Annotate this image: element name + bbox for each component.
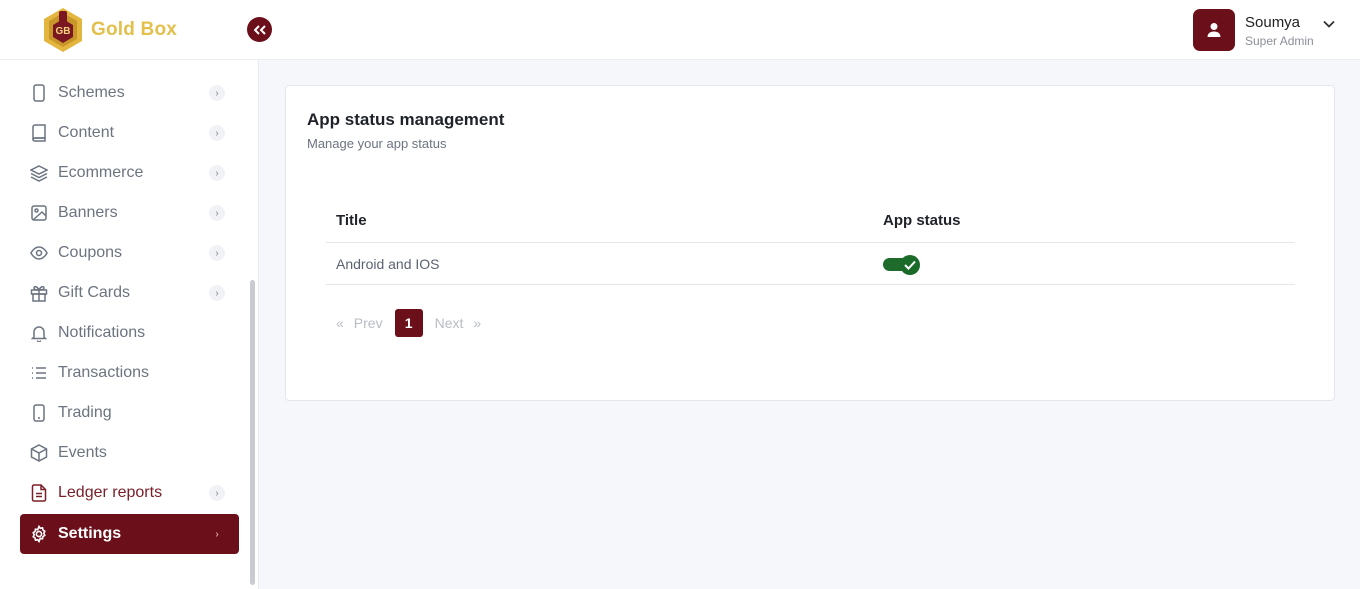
sidebar-item-label: Schemes [58,84,125,101]
sidebar-item-label: Events [58,444,107,461]
sidebar-item-label: Ledger reports [58,484,163,501]
pagination-page-1[interactable]: 1 [394,309,423,337]
sidebar-item-label: Banners [58,204,118,221]
sidebar-item-label: Coupons [58,244,123,261]
sidebar-scrollbar[interactable] [250,280,255,585]
user-name: Soumya [1245,14,1301,31]
sidebar-item-events[interactable]: Events [20,433,239,473]
sidebar-item-banners[interactable]: Banners › [20,193,239,233]
pagination-next[interactable]: Next [435,315,464,331]
list-icon [30,364,48,382]
chevron-right-icon: › [209,85,225,101]
bell-icon [30,324,48,342]
chevron-right-icon: › [209,245,225,261]
sidebar-item-label: Notifications [58,324,146,341]
gold-box-logo-icon: GB [44,8,82,52]
sidebar-item-label: Trading [58,404,112,421]
chevron-right-icon: › [209,165,225,181]
sidebar-item-ecommerce[interactable]: Ecommerce › [20,153,239,193]
book-icon [30,124,48,142]
sidebar-item-schemes[interactable]: Schemes › [20,73,239,113]
box-icon [30,444,48,462]
user-icon [1207,23,1221,37]
chevron-right-icon: › [209,125,225,141]
eye-icon [30,244,48,262]
row-title: Android and IOS [336,256,440,272]
sidebar-item-trading[interactable]: Trading [20,393,239,433]
page-subtitle: Manage your app status [307,136,447,151]
sidebar-item-ledger-reports[interactable]: Ledger reports › [20,473,239,513]
sidebar-item-settings[interactable]: Settings › [20,514,239,554]
double-chevron-left-icon [253,24,266,35]
sidebar-item-coupons[interactable]: Coupons › [20,233,239,273]
avatar[interactable] [1193,9,1235,51]
sidebar-item-label: Gift Cards [58,284,131,301]
phone-icon [30,404,48,422]
pagination: « Prev 1 Next » [336,309,489,337]
table-header: Title App status [326,200,1295,243]
pagination-prev[interactable]: Prev [354,315,383,331]
layers-icon [30,164,48,182]
sidebar-nav: Schemes › Content › Ecommerce › Banners … [0,60,259,589]
sidebar-item-gift-cards[interactable]: Gift Cards › [20,273,239,313]
brand-name: Gold Box [91,19,178,40]
gift-icon [30,284,48,302]
chevron-down-icon[interactable] [1321,16,1337,32]
column-header-title: Title [336,212,367,229]
toggle-knob [900,255,920,275]
sidebar-item-transactions[interactable]: Transactions [20,353,239,393]
sidebar: GB Gold Box Schemes › Content › Ecommerc… [0,0,259,589]
page-title: App status management [307,110,505,129]
pagination-last[interactable]: » [473,315,481,331]
chevron-right-icon: › [209,485,225,501]
user-role: Super Admin [1245,34,1314,48]
svg-text:GB: GB [56,26,71,37]
table-row: Android and IOS [326,243,1295,285]
collapse-sidebar-button[interactable] [247,17,272,42]
pagination-first[interactable]: « [336,315,344,331]
chevron-right-icon: › [215,528,219,540]
sidebar-item-label: Settings [58,525,122,542]
app-status-card: App status management Manage your app st… [285,85,1335,401]
chevron-right-icon: › [209,285,225,301]
check-icon [904,260,916,270]
gear-icon [30,525,48,543]
sidebar-item-label: Content [58,124,115,141]
sidebar-item-label: Transactions [58,364,149,381]
brand: GB Gold Box [0,0,259,60]
top-bar: Soumya Super Admin [259,0,1360,60]
image-icon [30,204,48,222]
app-status-table: Title App status Android and IOS [326,200,1295,285]
app-status-toggle[interactable] [883,255,920,275]
sidebar-item-label: Ecommerce [58,164,144,181]
column-header-app-status: App status [883,212,961,229]
file-text-icon [30,484,48,502]
tablet-icon [30,84,48,102]
sidebar-item-notifications[interactable]: Notifications [20,313,239,353]
sidebar-item-content[interactable]: Content › [20,113,239,153]
chevron-right-icon: › [209,205,225,221]
